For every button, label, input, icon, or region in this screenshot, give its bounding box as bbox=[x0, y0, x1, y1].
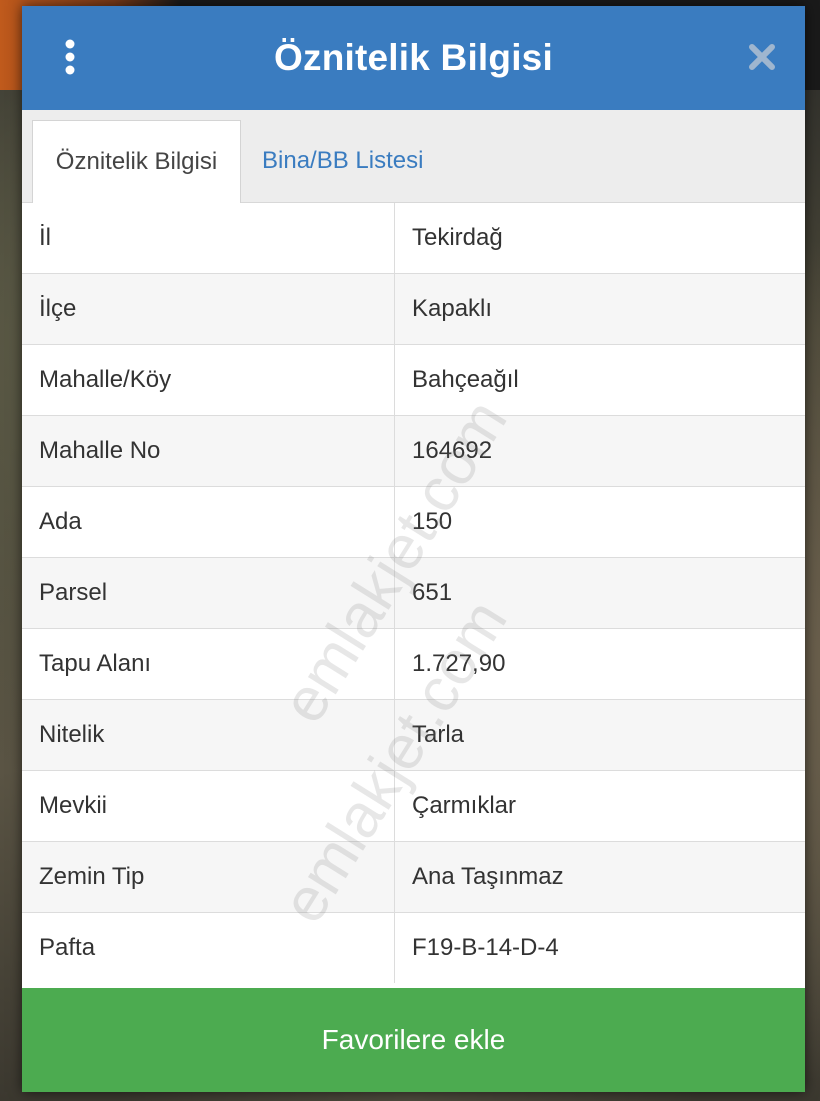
attribute-key: Pafta bbox=[22, 912, 395, 983]
table-row: Mahalle No 164692 bbox=[22, 415, 805, 487]
dialog-title: Öznitelik Bilgisi bbox=[274, 37, 553, 78]
attribute-value: Kapaklı bbox=[394, 273, 805, 345]
attribute-key: Mevkii bbox=[22, 770, 395, 842]
table-row: Pafta F19-B-14-D-4 bbox=[22, 912, 805, 983]
attribute-key: İlçe bbox=[22, 273, 395, 345]
attribute-key: Mahalle/Köy bbox=[22, 344, 395, 416]
attribute-key: Nitelik bbox=[22, 699, 395, 771]
attribute-table: İl Tekirdağ İlçe Kapaklı Mahalle/Köy Bah… bbox=[22, 203, 805, 983]
attribute-value: F19-B-14-D-4 bbox=[412, 934, 559, 961]
attribute-value: 150 bbox=[394, 486, 805, 558]
attribute-value: 1.727,90 bbox=[394, 628, 805, 700]
attribute-value: Tekirdağ bbox=[394, 203, 805, 274]
attribute-value: 164692 bbox=[394, 415, 805, 487]
attribute-key: Tapu Alanı bbox=[22, 628, 395, 700]
more-vertical-icon[interactable] bbox=[58, 38, 82, 78]
table-row: Ada 150 bbox=[22, 486, 805, 558]
table-row: Parsel 651 bbox=[22, 557, 805, 629]
tab-bar: Öznitelik Bilgisi Bina/BB Listesi bbox=[22, 110, 805, 203]
attribute-value: Çarmıklar bbox=[394, 770, 805, 842]
table-row: Nitelik Tarla bbox=[22, 699, 805, 771]
tab-attribute-info[interactable]: Öznitelik Bilgisi bbox=[32, 120, 241, 203]
attribute-key: Mahalle No bbox=[22, 415, 395, 487]
attribute-key: Ada bbox=[22, 486, 395, 558]
attribute-key: Parsel bbox=[22, 557, 395, 629]
attribute-value: 651 bbox=[394, 557, 805, 629]
table-row: Zemin Tip Ana Taşınmaz bbox=[22, 841, 805, 913]
dialog-header: Öznitelik Bilgisi bbox=[22, 6, 805, 110]
add-to-favorites-button[interactable]: Favorilere ekle bbox=[22, 988, 805, 1092]
attribute-value: Tarla bbox=[394, 699, 805, 771]
tab-building-list[interactable]: Bina/BB Listesi bbox=[262, 120, 423, 202]
attribute-value: Bahçeağıl bbox=[394, 344, 805, 416]
table-row: Mevkii Çarmıklar bbox=[22, 770, 805, 842]
table-row: Tapu Alanı 1.727,90 bbox=[22, 628, 805, 700]
table-row: İlçe Kapaklı bbox=[22, 273, 805, 345]
close-icon[interactable] bbox=[747, 42, 777, 72]
table-row: İl Tekirdağ bbox=[22, 203, 805, 274]
attribute-dialog: Öznitelik Bilgisi Öznitelik Bilgisi Bina… bbox=[22, 6, 805, 1092]
attribute-key: Zemin Tip bbox=[22, 841, 395, 913]
attribute-value: Ana Taşınmaz bbox=[394, 841, 805, 913]
table-row: Mahalle/Köy Bahçeağıl bbox=[22, 344, 805, 416]
attribute-key: İl bbox=[22, 203, 395, 274]
